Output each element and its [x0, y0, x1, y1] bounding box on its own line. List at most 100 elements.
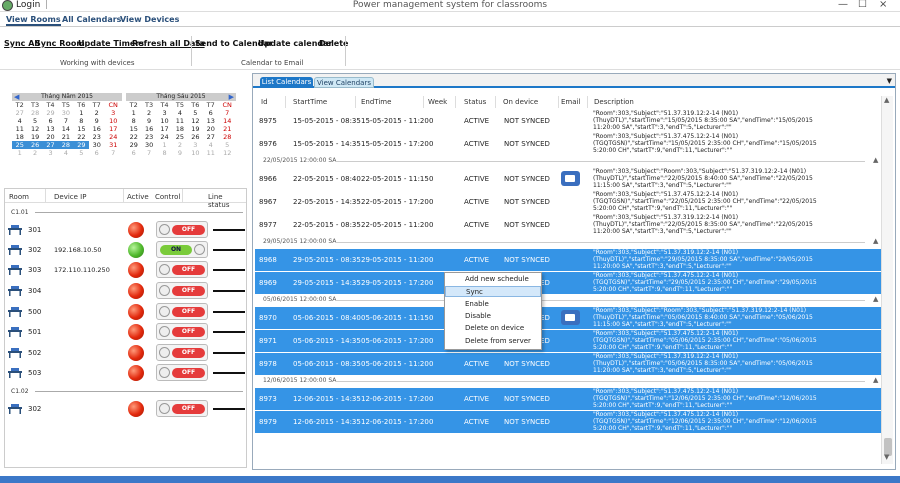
context-menu-item[interactable]: Disable	[445, 311, 541, 322]
calendar-day[interactable]: 2	[172, 141, 187, 149]
calendar-day[interactable]: 1	[157, 141, 172, 149]
date-group-header[interactable]: 22/05/2015 12:00:00 SA ▲	[255, 156, 883, 166]
table-row[interactable]: 8973 12-06-2015 - 14:35 12-06-2015 - 17:20…	[255, 388, 883, 410]
calendar-day[interactable]: 15	[126, 125, 141, 133]
calendar-day[interactable]: 23	[89, 133, 104, 141]
calendar-day[interactable]: 24	[157, 133, 172, 141]
calendar-day[interactable]: 27	[42, 141, 59, 149]
calendar-day[interactable]: 3	[104, 109, 122, 117]
toggle-knob[interactable]	[159, 306, 170, 317]
room-row[interactable]: 304 OFF	[5, 281, 246, 301]
calendar-day[interactable]: 17	[157, 125, 172, 133]
calendar-day[interactable]: 18	[172, 125, 187, 133]
calendar-day[interactable]: 6	[126, 149, 141, 157]
power-toggle[interactable]: OFF	[156, 303, 208, 320]
context-menu-item[interactable]: Delete on device	[445, 323, 541, 334]
table-row[interactable]: 8967 22-05-2015 - 14:35 22-05-2015 - 17:20…	[255, 191, 883, 213]
toggle-knob[interactable]	[194, 244, 205, 255]
calendar-day[interactable]: 19	[188, 125, 203, 133]
col-end-time[interactable]: EndTime	[361, 98, 391, 106]
calendar-day[interactable]: 5	[27, 117, 42, 125]
date-group-header[interactable]: 29/05/2015 12:00:00 SA ▲	[255, 237, 883, 247]
calendar-day[interactable]: 1	[12, 149, 27, 157]
scroll-down-icon[interactable]: ▼	[884, 453, 889, 461]
context-menu-item[interactable]: Add new schedule	[445, 274, 541, 285]
date-group-header[interactable]: 12/06/2015 12:00:00 SA ▲	[255, 376, 883, 386]
col-status[interactable]: Status	[464, 98, 486, 106]
col-description[interactable]: Description	[594, 98, 634, 106]
table-row[interactable]: 8977 22-05-2015 - 08:35 22-05-2015 - 11:20…	[255, 214, 883, 236]
power-toggle[interactable]: OFF	[156, 400, 208, 417]
menu-view-devices[interactable]: View Devices	[120, 15, 179, 24]
calendar-day[interactable]: 20	[203, 125, 218, 133]
email-icon[interactable]	[561, 310, 580, 325]
calendar-day[interactable]: 2	[89, 109, 104, 117]
calendar-day[interactable]: 12	[218, 149, 236, 157]
calendar-day[interactable]: 28	[218, 133, 236, 141]
calendar-grid[interactable]: T2 T3 T4 T5 T6 T7 CN 1 2 3 4 5 6 7 8 9 10 11 12 13 14 15 16 17 1…	[126, 101, 236, 157]
room-row[interactable]: 302 OFF	[5, 399, 246, 419]
toggle-knob[interactable]	[159, 285, 170, 296]
calendar-day[interactable]: 8	[157, 149, 172, 157]
table-row[interactable]: 8970 05-06-2015 - 08:40 05-06-2015 - 11:15…	[255, 307, 883, 329]
room-row[interactable]: 303 172.110.110.250 OFF	[5, 260, 246, 280]
calendar-day[interactable]: 10	[188, 149, 203, 157]
calendar-day[interactable]: 4	[58, 149, 73, 157]
scroll-up-icon[interactable]: ▲	[884, 96, 889, 104]
table-row[interactable]: 8979 12-06-2015 - 14:35 12-06-2015 - 17:20…	[255, 411, 883, 433]
calendar-day[interactable]: 8	[126, 117, 141, 125]
calendar-day[interactable]: 7	[218, 109, 236, 117]
toggle-knob[interactable]	[159, 224, 170, 235]
calendar-day[interactable]: 26	[188, 133, 203, 141]
calendar-day[interactable]: 25	[12, 141, 28, 149]
collapse-chevron-icon[interactable]: ▲	[873, 237, 878, 245]
power-toggle[interactable]: ON	[156, 241, 208, 258]
room-row[interactable]: 302 192.168.10.50 ON	[5, 240, 246, 260]
col-on-device[interactable]: On device	[503, 98, 538, 106]
tab-list-calendars[interactable]: List Calendars	[260, 77, 313, 88]
calendar-day[interactable]: 9	[141, 117, 156, 125]
calendar-day[interactable]: 4	[12, 117, 27, 125]
col-device-ip[interactable]: Device IP	[54, 193, 86, 201]
context-menu-item[interactable]: Sync	[445, 286, 541, 298]
table-row[interactable]: 8976 15-05-2015 - 14:35 15-05-2015 - 17:20…	[255, 133, 883, 155]
collapse-chevron-icon[interactable]: ▲	[873, 376, 878, 384]
calendar-day[interactable]: 3	[188, 141, 203, 149]
calendar-day[interactable]: 30	[141, 141, 156, 149]
col-line-status[interactable]: Line status	[208, 193, 246, 209]
calendar-may[interactable]: ◀ Tháng Năm 2015 T2 T3 T4 T5 T6 T7 CN 27 28 29 30 1…	[12, 93, 122, 165]
tab-view-calendars[interactable]: View Calendars	[314, 77, 374, 88]
calendar-day[interactable]: 20	[43, 133, 58, 141]
calendar-day[interactable]: 10	[104, 117, 122, 125]
calendar-day[interactable]: 23	[141, 133, 156, 141]
calendar-day[interactable]: 9	[172, 149, 187, 157]
table-row[interactable]: 8969 29-05-2015 - 14:35 29-05-2015 - 17:20…	[255, 272, 883, 294]
calendar-day[interactable]: 6	[203, 109, 218, 117]
room-row[interactable]: 500 OFF	[5, 302, 246, 322]
calendar-day[interactable]: 14	[218, 117, 236, 125]
grid-scrollbar[interactable]: ▲ ▼	[881, 96, 893, 464]
power-toggle[interactable]: OFF	[156, 364, 208, 381]
calendar-day[interactable]: 7	[141, 149, 156, 157]
table-row[interactable]: 8968 29-05-2015 - 08:35 29-05-2015 - 11:20…	[255, 249, 883, 271]
power-toggle[interactable]: OFF	[156, 323, 208, 340]
calendar-day[interactable]: 31	[104, 141, 122, 149]
calendar-day[interactable]: 13	[203, 117, 218, 125]
calendar-day[interactable]: 9	[89, 117, 104, 125]
menu-view-rooms[interactable]: View Rooms	[6, 15, 61, 26]
collapse-chevron-icon[interactable]: ▲	[873, 156, 878, 164]
context-menu-item[interactable]: Delete from server	[445, 336, 541, 347]
calendar-day[interactable]: 7	[58, 117, 73, 125]
power-toggle[interactable]: OFF	[156, 282, 208, 299]
calendar-day[interactable]: 21	[218, 125, 236, 133]
prev-month-icon[interactable]: ◀	[14, 93, 19, 101]
calendar-day[interactable]: 5	[218, 141, 236, 149]
toggle-knob[interactable]	[159, 403, 170, 414]
toggle-knob[interactable]	[159, 367, 170, 378]
calendar-day[interactable]: 4	[172, 109, 187, 117]
calendar-day[interactable]: 13	[43, 125, 58, 133]
calendar-day[interactable]: 8	[74, 117, 89, 125]
calendar-day[interactable]: 30	[58, 109, 73, 117]
calendar-day[interactable]: 21	[58, 133, 73, 141]
calendar-day[interactable]: 15	[74, 125, 89, 133]
